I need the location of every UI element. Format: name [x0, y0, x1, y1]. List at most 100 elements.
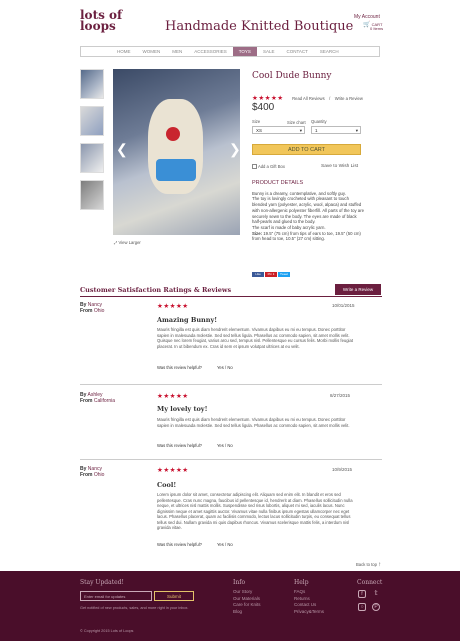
- submit-button[interactable]: Submit: [154, 591, 194, 601]
- instagram-icon[interactable]: ○: [358, 603, 366, 611]
- tweet-button[interactable]: Tweet: [278, 272, 290, 277]
- arrow-up-icon: ↑: [378, 562, 382, 568]
- prev-image-icon[interactable]: ❮: [116, 141, 128, 158]
- details-text: The toy is lovingly crocheted with pleas…: [252, 196, 365, 225]
- nav-accessories[interactable]: ACCESSORIES: [188, 47, 233, 56]
- facebook-icon[interactable]: f: [358, 590, 366, 598]
- review-item: By Nancy From Ohio 10/9/2015 ★★★★★ Cool!…: [80, 466, 382, 547]
- chevron-down-icon: ▾: [355, 128, 358, 133]
- review-location: From Ohio: [80, 308, 105, 314]
- back-to-top-link[interactable]: Back to top ↑: [356, 562, 381, 568]
- write-review-button[interactable]: Write a Review: [335, 284, 381, 295]
- review-body: Mauris fringilla est quis diam hendrerit…: [157, 327, 353, 349]
- gift-box-label: Add a Gift Box: [257, 164, 285, 169]
- size-select[interactable]: XS ▾: [252, 126, 305, 134]
- review-date: 8/27/2015: [330, 393, 351, 398]
- review-location: From Ohio: [80, 472, 105, 478]
- product-details: PRODUCT DETAILS Bunny is a dreamy, conte…: [252, 180, 365, 242]
- footer-link[interactable]: Blog: [233, 609, 261, 616]
- size-value: XS: [256, 128, 263, 133]
- logo-line-2: loops: [80, 19, 116, 33]
- cart-link[interactable]: 🛒 CART 0 Items: [363, 22, 384, 31]
- view-larger-label: View Larger: [118, 240, 141, 245]
- review-helpful-label: Was this review helpful?: [157, 365, 202, 370]
- stay-updated-heading: Stay Updated!: [80, 579, 124, 586]
- share-buttons: Like Pin it Tweet: [252, 262, 291, 280]
- review-date: 10/01/2015: [332, 303, 355, 308]
- cart-count: 0 Items: [370, 26, 384, 31]
- copyright: © Copyright 2015 Lots of Loops: [80, 629, 134, 633]
- review-item: By Nancy From Ohio 10/01/2015 ★★★★★ Amaz…: [80, 302, 382, 370]
- pinterest-icon[interactable]: P: [372, 603, 380, 611]
- nav-home[interactable]: HOME: [111, 47, 137, 56]
- nav-men[interactable]: MEN: [166, 47, 188, 56]
- thumbnail[interactable]: [80, 106, 104, 136]
- review-stars: ★★★★★: [157, 467, 189, 474]
- main-nav: HOME WOMEN MEN ACCESSORIES TOYS SALE CON…: [80, 46, 380, 57]
- connect-heading: Connect: [357, 579, 383, 586]
- bunny-illustration: [148, 99, 203, 194]
- review-stars: ★★★★★: [157, 393, 189, 400]
- thumbnail[interactable]: [80, 69, 104, 99]
- thumbnail[interactable]: [80, 180, 104, 210]
- footer: Stay Updated! Enter email for updates Su…: [0, 571, 460, 641]
- review-item: By Ashley From California 8/27/2015 ★★★★…: [80, 392, 382, 448]
- review-date: 10/9/2015: [332, 467, 353, 472]
- gift-box-checkbox[interactable]: [252, 164, 257, 170]
- thumbnail[interactable]: [80, 143, 104, 173]
- nav-search[interactable]: SEARCH: [314, 47, 345, 56]
- facebook-like-button[interactable]: Like: [252, 272, 264, 277]
- bunny-nose: [166, 127, 180, 141]
- thumbnail-list: [80, 69, 104, 210]
- view-larger-link[interactable]: ⤢ View Larger: [114, 240, 141, 245]
- footer-link[interactable]: Care for Knits: [233, 602, 261, 609]
- next-image-icon[interactable]: ❯: [229, 141, 240, 158]
- twitter-icon[interactable]: 𝕥: [372, 590, 380, 598]
- details-size: Size: 19.5" (75 cm) from tips of ears to…: [252, 230, 361, 242]
- add-to-cart-button[interactable]: ADD TO CART: [252, 144, 361, 155]
- nav-toys[interactable]: TOYS: [232, 47, 257, 56]
- size-chart-link[interactable]: Size chart: [287, 120, 306, 125]
- info-heading: Info: [233, 579, 246, 586]
- review-title: My lovely toy!: [157, 405, 208, 413]
- product-title: Cool Dude Bunny: [252, 71, 332, 81]
- product-image[interactable]: ❮ ❯: [113, 69, 240, 235]
- gift-box-option[interactable]: Add a Gift Box: [252, 164, 285, 170]
- product-price: $400: [252, 102, 275, 113]
- back-to-top-label: Back to top: [356, 562, 377, 567]
- expand-icon: ⤢: [114, 240, 118, 245]
- write-review-link[interactable]: Write a Review: [335, 96, 363, 101]
- review-helpful-label: Was this review helpful?: [157, 542, 202, 547]
- rating-stars: ★★★★★: [252, 95, 284, 102]
- site-title: Handmade Knitted Boutique: [165, 19, 354, 34]
- review-title: Amazing Bunny!: [157, 316, 218, 324]
- email-input[interactable]: Enter email for updates: [80, 591, 152, 601]
- size-label: Size: [252, 119, 261, 124]
- logo[interactable]: lots of loops: [80, 9, 122, 33]
- review-body: Lorem ipsum dolor sit amet, consectetur …: [157, 492, 353, 530]
- my-account-link[interactable]: My Account: [354, 14, 380, 20]
- review-helpful-vote[interactable]: Yes / No: [217, 443, 233, 448]
- help-heading: Help: [294, 579, 309, 586]
- pinterest-button[interactable]: Pin it: [265, 272, 277, 277]
- quantity-label: Quantity: [311, 119, 327, 124]
- review-stars: ★★★★★: [157, 303, 189, 310]
- nav-sale[interactable]: SALE: [257, 47, 281, 56]
- bunny-scarf: [156, 159, 196, 181]
- review-helpful-vote[interactable]: Yes / No: [217, 542, 233, 547]
- quantity-select[interactable]: 1 ▾: [311, 126, 361, 134]
- review-helpful-label: Was this review helpful?: [157, 443, 202, 448]
- info-links: Our Story Our Materials Care for Knits B…: [233, 589, 261, 615]
- read-reviews-link[interactable]: Read All Reviews: [292, 96, 325, 101]
- reviews-section-title: Customer Satisfaction Ratings & Reviews: [80, 286, 232, 294]
- review-location: From California: [80, 398, 116, 404]
- footer-link[interactable]: Privacy&Terms: [294, 609, 324, 616]
- help-links: FAQs Returns Contact Us Privacy&Terms: [294, 589, 324, 615]
- review-body: Mauris fringilla est quis diam hendrerit…: [157, 417, 350, 428]
- details-heading: PRODUCT DETAILS: [252, 180, 304, 186]
- quantity-value: 1: [315, 128, 318, 133]
- wishlist-link[interactable]: Save to Wish List: [321, 164, 358, 169]
- review-helpful-vote[interactable]: Yes / No: [217, 365, 233, 370]
- nav-women[interactable]: WOMEN: [137, 47, 167, 56]
- nav-contact[interactable]: CONTACT: [280, 47, 313, 56]
